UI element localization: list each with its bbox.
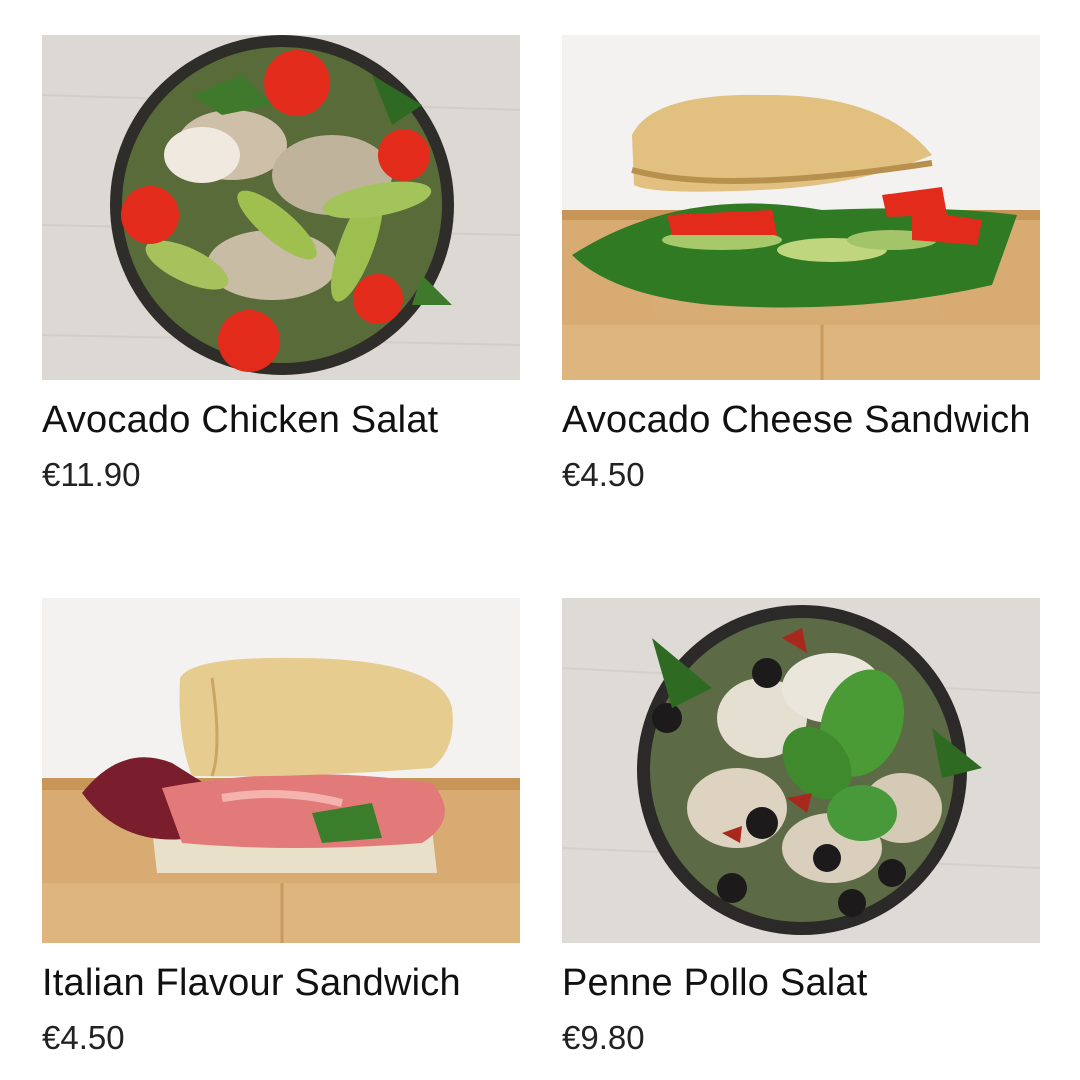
item-name: Italian Flavour Sandwich <box>42 962 461 1004</box>
item-price: €9.80 <box>562 1019 645 1056</box>
menu-item-avocado-chicken-salat[interactable]: Avocado Chicken Salat €11.90 <box>42 35 520 495</box>
menu-item-penne-pollo-salat[interactable]: Penne Pollo Salat €9.80 <box>562 598 1040 1058</box>
item-price: €4.50 <box>42 1019 125 1056</box>
item-price: €11.90 <box>42 456 141 493</box>
salad-bowl-image[interactable] <box>42 35 520 380</box>
item-name: Avocado Cheese Sandwich <box>562 399 1031 441</box>
item-name: Avocado Chicken Salat <box>42 399 439 441</box>
sandwich-image[interactable] <box>42 598 520 943</box>
item-price: €4.50 <box>562 456 645 493</box>
menu-item-italian-flavour-sandwich[interactable]: Italian Flavour Sandwich €4.50 <box>42 598 520 1058</box>
salad-bowl-image[interactable] <box>562 598 1040 943</box>
sandwich-image[interactable] <box>562 35 1040 380</box>
menu-item-avocado-cheese-sandwich[interactable]: Avocado Cheese Sandwich €4.50 <box>562 35 1040 495</box>
item-name: Penne Pollo Salat <box>562 962 868 1004</box>
